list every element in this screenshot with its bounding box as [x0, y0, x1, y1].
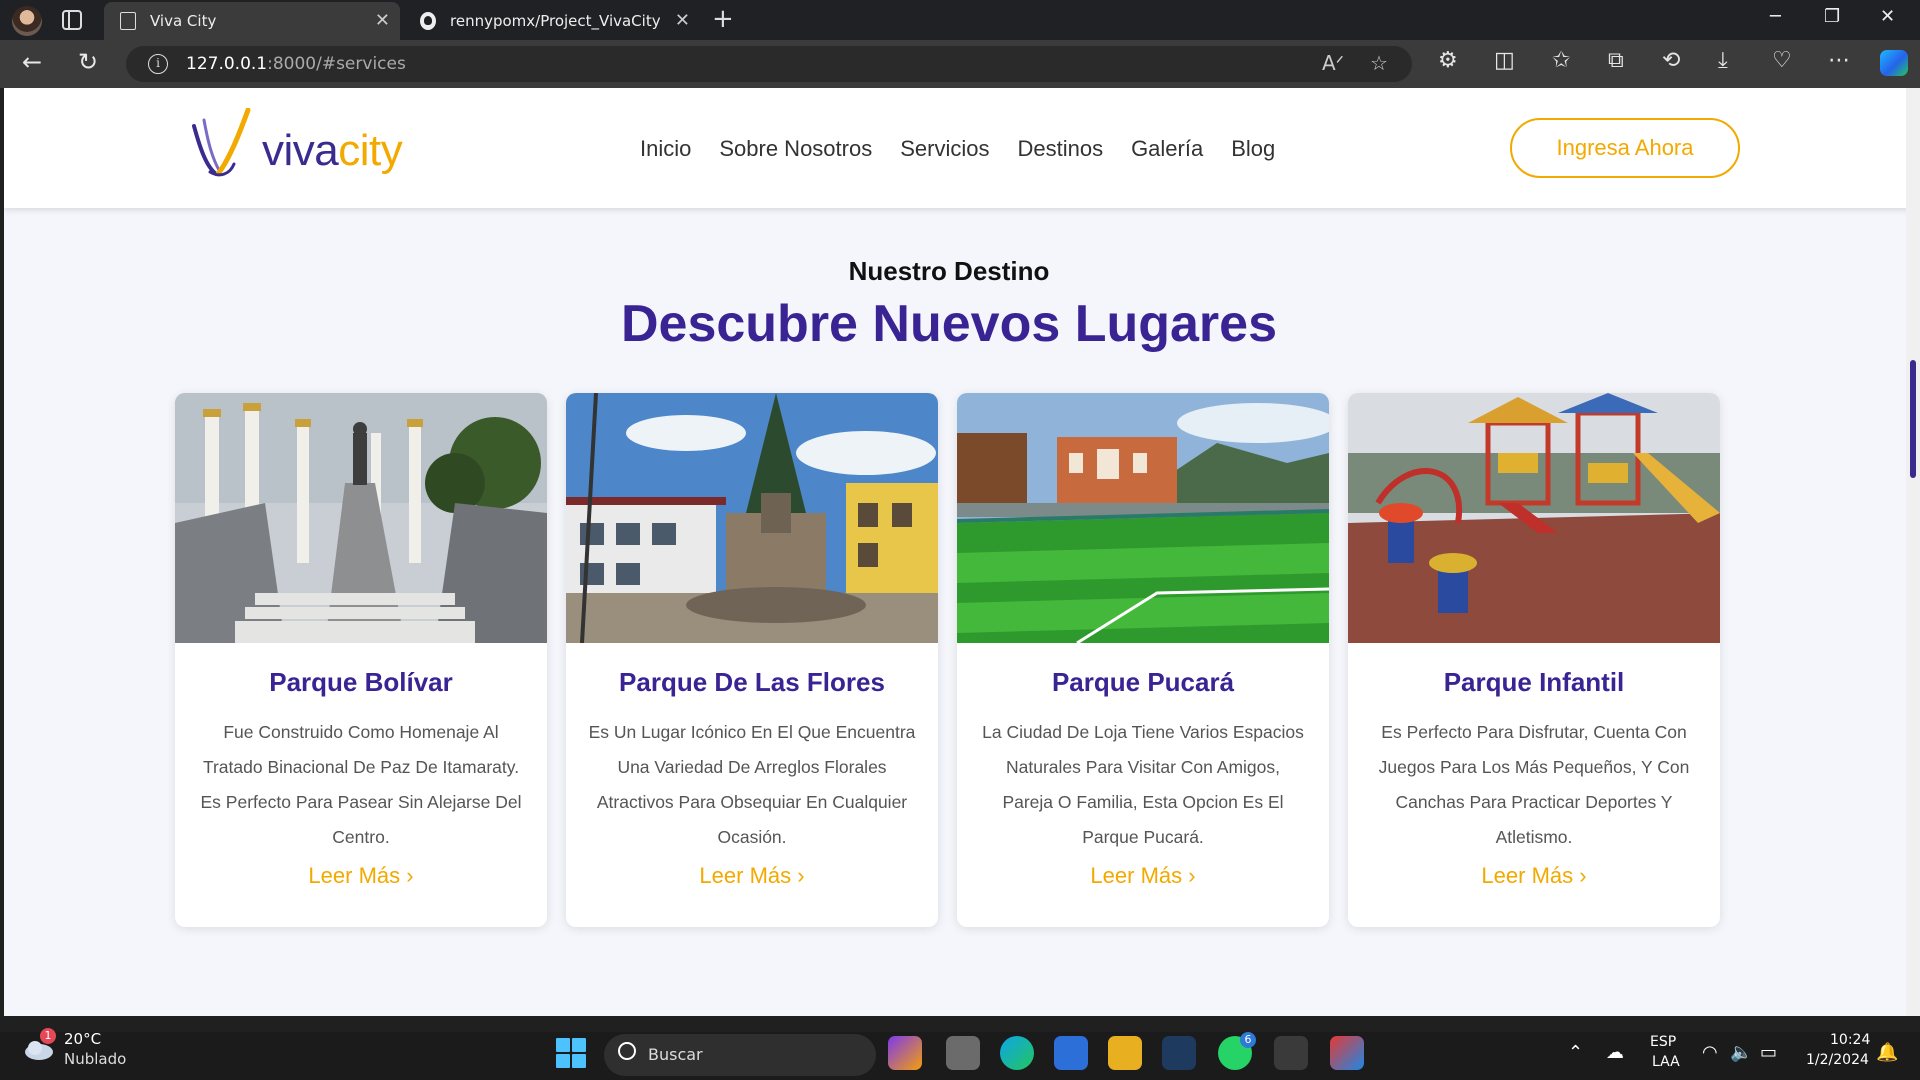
- parque-de-las-flores-photo: [566, 393, 938, 643]
- nav-servicios[interactable]: Servicios: [900, 136, 989, 162]
- taskbar-search[interactable]: Buscar: [604, 1034, 876, 1076]
- wifi-icon[interactable]: ◠: [1702, 1042, 1718, 1063]
- refresh-icon[interactable]: ↻: [78, 48, 98, 76]
- notifications-icon[interactable]: 🔔: [1876, 1042, 1898, 1063]
- vivacity-logo-icon[interactable]: [190, 108, 254, 180]
- close-tab-icon[interactable]: ✕: [675, 10, 690, 31]
- card-title: Parque Infantil: [1443, 667, 1625, 697]
- close-window-icon[interactable]: ✕: [1880, 6, 1895, 27]
- main-nav: Inicio Sobre Nosotros Servicios Destinos…: [640, 136, 1275, 162]
- edge-icon[interactable]: [1000, 1036, 1034, 1070]
- site-info-icon[interactable]: i: [148, 54, 168, 74]
- destination-card: Parque Pucará La Ciudad De Loja Tiene Va…: [957, 393, 1329, 927]
- nav-blog[interactable]: Blog: [1231, 136, 1275, 162]
- destination-card: Parque Bolívar Fue Construido Como Homen…: [175, 393, 547, 927]
- tab-title: Viva City: [150, 12, 217, 30]
- search-label: Buscar: [648, 1045, 703, 1064]
- restore-icon[interactable]: ❐: [1824, 6, 1840, 27]
- clock-time[interactable]: 10:24: [1830, 1032, 1870, 1048]
- leer-mas-link[interactable]: Leer Más ›: [957, 863, 1329, 889]
- file-explorer-icon[interactable]: [1108, 1036, 1142, 1070]
- git-icon[interactable]: [1330, 1036, 1364, 1070]
- nav-destinos[interactable]: Destinos: [1017, 136, 1103, 162]
- section-eyebrow: Nuestro Destino: [848, 256, 1050, 286]
- address-url: 127.0.0.1:8000/#services: [186, 54, 406, 74]
- nav-sobre-nosotros[interactable]: Sobre Nosotros: [719, 136, 872, 162]
- collections-icon[interactable]: ⧉: [1608, 48, 1624, 73]
- chevron-up-icon[interactable]: ⌃: [1568, 1042, 1583, 1063]
- copilot-icon[interactable]: [1880, 50, 1908, 76]
- split-screen-icon[interactable]: ◫: [1494, 48, 1515, 73]
- language-lang[interactable]: ESP: [1650, 1034, 1676, 1050]
- back-icon[interactable]: ←: [22, 48, 42, 76]
- site-header: vivacity Inicio Sobre Nosotros Servicios…: [4, 88, 1910, 208]
- card-description: Es Un Lugar Icónico En El Que Encuentra …: [588, 722, 916, 847]
- card-description: Es Perfecto Para Disfrutar, Cuenta Con J…: [1378, 722, 1690, 847]
- performance-icon[interactable]: ♡: [1772, 48, 1792, 73]
- search-icon: [618, 1042, 636, 1060]
- onedrive-icon[interactable]: ☁: [1606, 1042, 1624, 1063]
- browser-tab-bar: Viva City ✕ rennypomx/Project_VivaCity ✕…: [0, 0, 1920, 40]
- store-icon[interactable]: [1054, 1036, 1088, 1070]
- history-icon[interactable]: ⟲: [1662, 48, 1680, 73]
- app-icon[interactable]: [1162, 1036, 1196, 1070]
- downloads-icon[interactable]: ⤓: [1718, 48, 1728, 73]
- profile-avatar[interactable]: [12, 6, 42, 36]
- parque-bolivar-photo: [175, 393, 547, 643]
- parque-infantil-photo: [1348, 393, 1720, 643]
- task-view-icon[interactable]: [946, 1036, 980, 1070]
- scrollbar-thumb[interactable]: [1910, 360, 1916, 478]
- destination-card: Parque De Las Flores Es Un Lugar Icónico…: [566, 393, 938, 927]
- language-layout[interactable]: LAA: [1652, 1054, 1680, 1070]
- whatsapp-badge: 6: [1240, 1032, 1256, 1048]
- ingresa-ahora-button[interactable]: Ingresa Ahora: [1510, 118, 1740, 178]
- more-options-icon[interactable]: ⋯: [1828, 48, 1850, 73]
- section-title: Descubre Nuevos Lugares: [620, 295, 1278, 353]
- windows-start-icon[interactable]: [556, 1038, 586, 1068]
- favorites-icon[interactable]: ✩: [1552, 48, 1570, 73]
- volume-icon[interactable]: 🔈: [1730, 1042, 1752, 1063]
- weather-temperature[interactable]: 20°C: [64, 1030, 101, 1048]
- leer-mas-link[interactable]: Leer Más ›: [1348, 863, 1720, 889]
- terminal-icon[interactable]: [1274, 1036, 1308, 1070]
- clock-date[interactable]: 1/2/2024: [1806, 1052, 1869, 1068]
- tab-viva-city[interactable]: Viva City ✕: [104, 2, 400, 40]
- page-scrollbar[interactable]: [1906, 88, 1920, 1016]
- browser-toolbar: ← ↻ i 127.0.0.1:8000/#services Aᐟ ☆ ⚙ ◫ …: [0, 40, 1920, 88]
- favorite-star-icon[interactable]: ☆: [1370, 51, 1388, 75]
- close-tab-icon[interactable]: ✕: [375, 10, 390, 31]
- parque-pucara-photo: [957, 393, 1329, 643]
- new-tab-icon[interactable]: +: [712, 4, 734, 34]
- weather-alert-badge: 1: [40, 1028, 56, 1044]
- destination-card: Parque Infantil Es Perfecto Para Disfrut…: [1348, 393, 1720, 927]
- tab-github[interactable]: rennypomx/Project_VivaCity ✕: [404, 2, 700, 40]
- card-title: Parque Pucará: [1051, 667, 1235, 697]
- copilot-app-icon[interactable]: [888, 1036, 922, 1070]
- tab-actions-icon[interactable]: [62, 10, 82, 30]
- minimize-icon[interactable]: ─: [1770, 6, 1781, 27]
- leer-mas-link[interactable]: Leer Más ›: [175, 863, 547, 889]
- page-icon: [120, 12, 136, 30]
- logo-wordmark[interactable]: vivacity: [262, 126, 403, 176]
- leer-mas-link[interactable]: Leer Más ›: [566, 863, 938, 889]
- page-viewport: vivacity Inicio Sobre Nosotros Servicios…: [4, 88, 1910, 1016]
- read-aloud-icon[interactable]: Aᐟ: [1322, 51, 1344, 75]
- card-title: Parque De Las Flores: [619, 667, 885, 697]
- card-description: Fue Construido Como Homenaje Al Tratado …: [200, 722, 522, 847]
- nav-inicio[interactable]: Inicio: [640, 136, 691, 162]
- github-icon: [420, 12, 436, 30]
- card-description: La Ciudad De Loja Tiene Varios Espacios …: [982, 722, 1304, 847]
- tab-title: rennypomx/Project_VivaCity: [450, 12, 661, 30]
- weather-condition[interactable]: Nublado: [64, 1050, 126, 1068]
- card-title: Parque Bolívar: [269, 667, 453, 697]
- extensions-icon[interactable]: ⚙: [1438, 48, 1458, 73]
- nav-galeria[interactable]: Galería: [1131, 136, 1203, 162]
- battery-icon[interactable]: ▭: [1760, 1042, 1777, 1063]
- address-bar[interactable]: i 127.0.0.1:8000/#services Aᐟ ☆: [126, 46, 1412, 82]
